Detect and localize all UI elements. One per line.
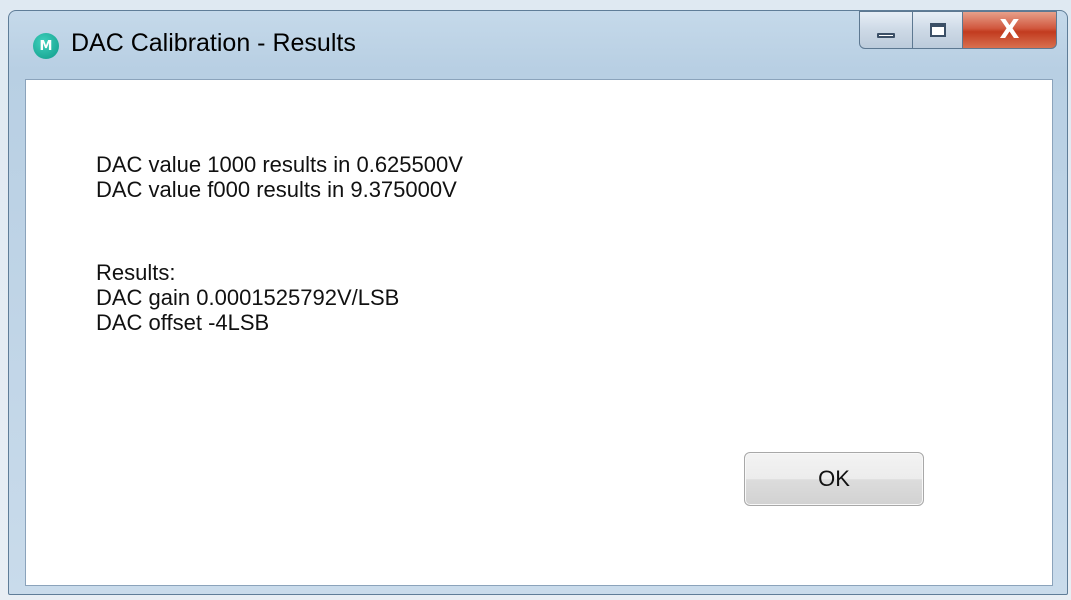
close-icon: X: [999, 15, 1020, 45]
dialog-window: M DAC Calibration - Results X DAC value …: [8, 10, 1068, 595]
app-logo-icon: M: [33, 33, 59, 59]
result-offset: DAC offset -4LSB: [96, 310, 270, 335]
results-text: Results: DAC gain 0.0001525792V/LSB DAC …: [96, 260, 399, 335]
minimize-button[interactable]: [859, 11, 913, 49]
window-controls: X: [859, 11, 1057, 55]
ok-button[interactable]: OK: [744, 452, 924, 506]
window-title: DAC Calibration - Results: [71, 29, 356, 57]
measurement-line-2: DAC value f000 results in 9.375000V: [96, 177, 457, 202]
measurement-text: DAC value 1000 results in 0.625500V DAC …: [96, 152, 463, 202]
minimize-icon: [877, 32, 895, 38]
dialog-body: DAC value 1000 results in 0.625500V DAC …: [25, 79, 1053, 586]
result-gain: DAC gain 0.0001525792V/LSB: [96, 285, 400, 310]
measurement-line-1: DAC value 1000 results in 0.625500V: [96, 152, 463, 177]
results-heading: Results:: [96, 260, 176, 285]
maximize-icon: [929, 23, 946, 37]
title-bar[interactable]: M DAC Calibration - Results X: [9, 11, 1067, 79]
maximize-button[interactable]: [913, 11, 963, 49]
close-button[interactable]: X: [963, 11, 1057, 49]
